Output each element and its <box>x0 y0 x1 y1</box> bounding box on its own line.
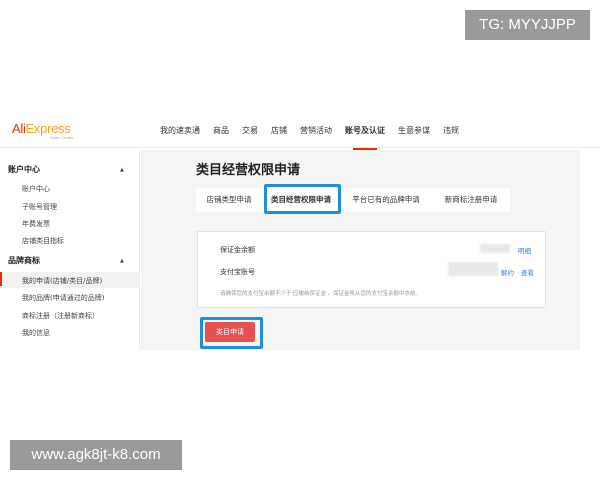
telegram-watermark: TG: MYYJJPP <box>465 10 590 40</box>
nav-my-aliexpress[interactable]: 我的速卖通 <box>160 118 200 148</box>
sidebar-item-my-applications[interactable]: 我的申请(店铺/类目/品牌) <box>0 272 102 286</box>
tab-store-type[interactable]: 店铺类型申请 <box>196 188 262 212</box>
deposit-notice-text: 请确保您的支付宝余额不少于'应缴纳保证金'。保证金将从您的支付宝余额中冻结。 <box>220 291 422 297</box>
alipay-unbind-link[interactable]: 解约 <box>501 267 514 277</box>
nav-store[interactable]: 店铺 <box>271 118 287 148</box>
sidebar-section-account[interactable]: 账户中心 <box>8 164 40 175</box>
url-watermark: www.agk8jt-k8.com <box>10 440 182 470</box>
tab-highlight-box <box>264 184 341 214</box>
page-title: 类目经营权限申请 <box>196 163 301 178</box>
nav-transactions[interactable]: 交易 <box>242 118 258 148</box>
redacted-deposit-value <box>480 244 510 253</box>
main-nav: 我的速卖通 商品 交易 店铺 营销活动 账号及认证 生意参谋 违规 <box>160 118 472 150</box>
sidebar-item-my-info[interactable]: 我的信息 <box>22 328 50 338</box>
sidebar-item-store-category-metrics[interactable]: 店铺类目指标 <box>22 236 64 246</box>
application-tabs: 店铺类型申请 类目经营权限申请 平台已有的品牌申请 新商标注册申请 <box>196 188 510 212</box>
sidebar-item-account-center[interactable]: 账户中心 <box>22 184 50 194</box>
collapse-arrow-icon[interactable]: ▲ <box>120 258 124 264</box>
tab-new-trademark[interactable]: 新商标注册申请 <box>432 188 510 212</box>
logo-subtitle: Seller Center <box>50 135 74 140</box>
nav-products[interactable]: 商品 <box>213 118 229 148</box>
sidebar-item-annual-fee-invoice[interactable]: 年费发票 <box>22 219 50 229</box>
deposit-details-link[interactable]: 明细 <box>518 245 531 255</box>
alipay-account-label: 支付宝账号 <box>220 268 255 276</box>
redacted-alipay-account <box>448 262 498 276</box>
sidebar: 账户中心 ▲ 账户中心 子账号管理 年费发票 店铺类目指标 品牌商标 ▲ 我的申… <box>0 150 140 350</box>
nav-business-advisor[interactable]: 生意参谋 <box>398 118 430 148</box>
collapse-arrow-icon[interactable]: ▲ <box>120 167 124 173</box>
account-info-card: 保证金余额 明细 支付宝账号 解约 查看 请确保您的支付宝余额不少于'应缴纳保证… <box>197 231 546 308</box>
sidebar-item-trademark-registration[interactable]: 商标注册（注册新商标） <box>22 311 99 321</box>
nav-account-verification[interactable]: 账号及认证 <box>345 118 385 150</box>
sidebar-item-my-brands[interactable]: 我的品牌(申请通过的品牌) <box>22 293 104 303</box>
main-content: 类目经营权限申请 店铺类型申请 类目经营权限申请 平台已有的品牌申请 新商标注册… <box>141 150 580 350</box>
aliexpress-logo[interactable]: AliExpress <box>12 121 71 136</box>
nav-violations[interactable]: 违规 <box>443 118 459 148</box>
alipay-view-link[interactable]: 查看 <box>521 267 534 277</box>
tab-existing-brand[interactable]: 平台已有的品牌申请 <box>340 188 432 212</box>
sidebar-section-brand[interactable]: 品牌商标 <box>8 255 40 266</box>
screenshot-page: TG: MYYJJPP AliExpress Seller Center 我的速… <box>0 0 600 480</box>
top-nav-bar: AliExpress Seller Center 我的速卖通 商品 交易 店铺 … <box>0 118 600 150</box>
button-highlight-box <box>200 317 263 349</box>
deposit-balance-label: 保证金余额 <box>220 246 255 254</box>
nav-marketing[interactable]: 营销活动 <box>300 118 332 148</box>
sidebar-item-sub-accounts[interactable]: 子账号管理 <box>22 202 57 212</box>
